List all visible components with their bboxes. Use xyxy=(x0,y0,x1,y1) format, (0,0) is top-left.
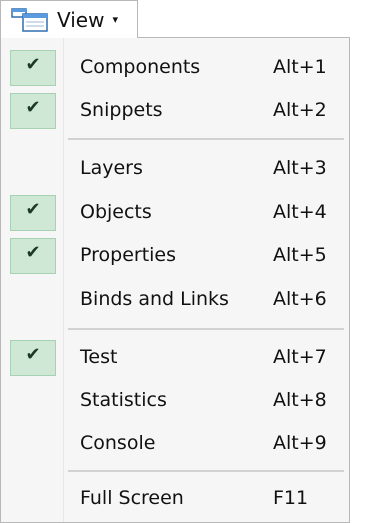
menu-item-label: Properties xyxy=(80,244,177,266)
menu-item-shortcut: Alt+1 xyxy=(273,56,327,78)
menu-item-shortcut: Alt+3 xyxy=(273,157,327,179)
menu-item-snippets[interactable]: ✔ Snippets Alt+2 xyxy=(1,93,349,129)
view-menu-button[interactable]: View ▾ xyxy=(0,0,138,38)
menu-item-label: Snippets xyxy=(80,99,163,121)
menu-item-label: Full Screen xyxy=(80,487,184,509)
chevron-down-icon: ▾ xyxy=(112,13,118,26)
menu-item-label: Test xyxy=(80,346,118,368)
menu-item-shortcut: Alt+2 xyxy=(273,99,327,121)
menu-item-properties[interactable]: ✔ Properties Alt+5 xyxy=(1,238,349,274)
view-layout-icon xyxy=(11,7,48,32)
menu-item-shortcut: F11 xyxy=(273,487,309,509)
menu-item-shortcut: Alt+9 xyxy=(273,432,327,454)
checked-indicator: ✔ xyxy=(10,340,56,376)
menu-item-label: Statistics xyxy=(80,389,167,411)
menu-item-statistics[interactable]: Statistics Alt+8 xyxy=(1,383,349,419)
menu-item-layers[interactable]: Layers Alt+3 xyxy=(1,151,349,187)
menu-item-full-screen[interactable]: Full Screen F11 xyxy=(1,481,349,517)
checked-indicator: ✔ xyxy=(10,50,56,86)
menu-item-console[interactable]: Console Alt+9 xyxy=(1,426,349,462)
menu-item-shortcut: Alt+4 xyxy=(273,201,327,223)
checkmark-icon: ✔ xyxy=(25,242,41,263)
checked-indicator: ✔ xyxy=(10,195,56,231)
checkmark-icon: ✔ xyxy=(25,97,41,118)
menu-item-test[interactable]: ✔ Test Alt+7 xyxy=(1,340,349,376)
menu-item-label: Binds and Links xyxy=(80,288,229,310)
checked-indicator: ✔ xyxy=(10,93,56,129)
menu-separator xyxy=(68,328,344,330)
view-dropdown-menu: ✔ Components Alt+1 ✔ Snippets Alt+2 Laye… xyxy=(0,37,350,523)
menu-item-binds-and-links[interactable]: Binds and Links Alt+6 xyxy=(1,282,349,318)
menu-item-label: Objects xyxy=(80,201,152,223)
menu-separator xyxy=(68,138,344,140)
menu-item-shortcut: Alt+8 xyxy=(273,389,327,411)
checkmark-icon: ✔ xyxy=(25,54,41,75)
menu-item-label: Components xyxy=(80,56,201,78)
view-menu-label: View xyxy=(57,7,105,32)
menu-item-components[interactable]: ✔ Components Alt+1 xyxy=(1,50,349,86)
menu-item-shortcut: Alt+6 xyxy=(273,288,327,310)
checked-indicator: ✔ xyxy=(10,238,56,274)
checkmark-icon: ✔ xyxy=(25,199,41,220)
menu-item-objects[interactable]: ✔ Objects Alt+4 xyxy=(1,195,349,231)
menu-item-label: Console xyxy=(80,432,156,454)
menu-item-shortcut: Alt+7 xyxy=(273,346,327,368)
menu-separator xyxy=(68,470,344,472)
menu-item-shortcut: Alt+5 xyxy=(273,244,327,266)
checkmark-icon: ✔ xyxy=(25,344,41,365)
menu-item-label: Layers xyxy=(80,157,143,179)
